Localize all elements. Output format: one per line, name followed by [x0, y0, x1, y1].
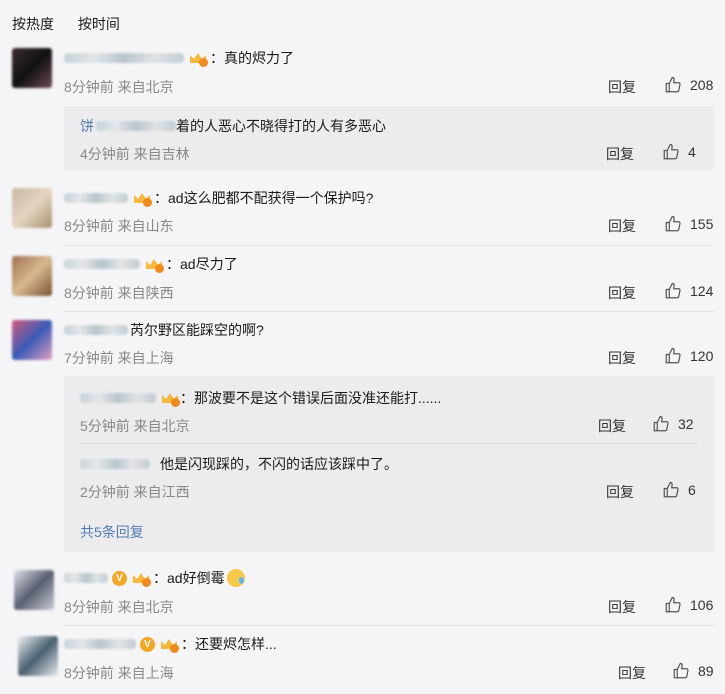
reply-button[interactable]: 回复	[598, 416, 626, 436]
avatar[interactable]	[12, 256, 52, 296]
reply-button[interactable]: 回复	[606, 144, 634, 164]
comment-meta: 8分钟前 来自上海	[64, 665, 174, 681]
thumbs-up-icon	[673, 662, 689, 679]
like-button[interactable]: 4	[662, 143, 696, 161]
username[interactable]	[96, 121, 176, 131]
like-button[interactable]: 155	[664, 215, 713, 233]
sort-by-hot-tab[interactable]: 按热度	[12, 16, 54, 32]
divider	[80, 443, 698, 444]
username[interactable]	[64, 259, 140, 269]
username[interactable]	[64, 573, 108, 583]
crown-badge-icon	[132, 189, 152, 207]
crown-badge-icon	[144, 255, 164, 273]
like-count: 120	[690, 348, 714, 364]
comment-text: ：真的烬力了	[210, 50, 294, 66]
thumbs-up-icon	[663, 481, 679, 498]
comment-text: ：ad这么肥都不配获得一个保护吗?	[154, 190, 374, 206]
sub-reply-text: 着的人恶心不晓得打的人有多恶心	[176, 118, 386, 134]
like-count: 208	[690, 77, 714, 93]
divider	[64, 311, 715, 312]
sub-reply-text: ：那波要不是这个错误后面没准还能打......	[180, 390, 442, 406]
thumbs-up-icon	[653, 415, 669, 432]
avatar[interactable]	[14, 570, 54, 610]
like-button[interactable]: 124	[664, 282, 713, 300]
reply-button[interactable]: 回复	[618, 663, 646, 683]
sub-reply-meta: 4分钟前 来自吉林	[80, 146, 190, 162]
verified-badge-icon: V	[140, 636, 155, 652]
sub-reply-box: ：那波要不是这个错误后面没准还能打...... 5分钟前 来自北京 回复 32 …	[64, 376, 714, 552]
sweat-emoji-icon	[226, 569, 245, 587]
username[interactable]	[64, 639, 136, 649]
comment-meta: 7分钟前 来自上海	[64, 350, 174, 366]
sub-reply-box: 饼 着的人恶心不晓得打的人有多恶心 4分钟前 来自吉林 回复 4	[64, 106, 714, 170]
like-count: 106	[690, 597, 714, 613]
avatar[interactable]	[12, 48, 52, 88]
like-button[interactable]: 89	[672, 662, 714, 680]
like-count: 32	[678, 416, 694, 432]
sub-reply-meta: 5分钟前 来自北京	[80, 418, 190, 434]
like-button[interactable]: 106	[664, 596, 713, 614]
username[interactable]	[64, 325, 128, 335]
reply-button[interactable]: 回复	[608, 77, 636, 97]
avatar[interactable]	[12, 188, 52, 228]
thumbs-up-icon	[665, 76, 681, 93]
sub-reply-text: 他是闪现踩的，不闪的话应该踩中了。	[160, 456, 398, 472]
like-button[interactable]: 32	[652, 415, 694, 433]
comment-text: ：ad好倒霉	[153, 570, 225, 586]
comment-meta: 8分钟前 来自山东	[64, 218, 174, 234]
username[interactable]	[64, 53, 184, 63]
like-count: 89	[698, 663, 714, 679]
username[interactable]	[80, 459, 150, 469]
thumbs-up-icon	[665, 347, 681, 364]
thumbs-up-icon	[663, 143, 679, 160]
reply-button[interactable]: 回复	[608, 283, 636, 303]
comment-text: ：还要烬怎样...	[181, 636, 277, 652]
divider	[64, 625, 715, 626]
sub-reply-username[interactable]: 饼	[80, 116, 94, 136]
crown-badge-icon	[160, 389, 180, 407]
reply-button[interactable]: 回复	[608, 216, 636, 236]
like-count: 155	[690, 216, 714, 232]
verified-badge-icon: V	[112, 570, 127, 586]
reply-button[interactable]: 回复	[608, 348, 636, 368]
thumbs-up-icon	[665, 596, 681, 613]
like-button[interactable]: 120	[664, 347, 713, 365]
comment-meta: 8分钟前 来自陕西	[64, 285, 174, 301]
view-more-replies-link[interactable]: 共5条回复	[80, 522, 144, 542]
divider	[64, 245, 715, 246]
sub-reply-meta: 2分钟前 来自江西	[80, 484, 190, 500]
comment-text: 芮尔野区能踩空的啊?	[130, 322, 264, 338]
avatar[interactable]	[18, 636, 58, 676]
like-count: 124	[690, 283, 714, 299]
like-button[interactable]: 6	[662, 481, 696, 499]
like-button[interactable]: 208	[664, 76, 713, 94]
comment-meta: 8分钟前 来自北京	[64, 79, 174, 95]
crown-badge-icon	[188, 49, 208, 67]
avatar[interactable]	[12, 320, 52, 360]
crown-badge-icon	[131, 569, 151, 587]
crown-badge-icon	[159, 635, 179, 653]
comment-meta: 8分钟前 来自北京	[64, 599, 174, 615]
username[interactable]	[64, 193, 128, 203]
username[interactable]	[80, 393, 156, 403]
thumbs-up-icon	[665, 282, 681, 299]
reply-button[interactable]: 回复	[608, 597, 636, 617]
like-count: 4	[688, 144, 696, 160]
reply-button[interactable]: 回复	[606, 482, 634, 502]
sort-bar: 按热度 按时间	[12, 14, 140, 34]
sort-by-time-tab[interactable]: 按时间	[78, 16, 120, 32]
thumbs-up-icon	[665, 215, 681, 232]
comment-text: ：ad尽力了	[166, 256, 238, 272]
like-count: 6	[688, 482, 696, 498]
